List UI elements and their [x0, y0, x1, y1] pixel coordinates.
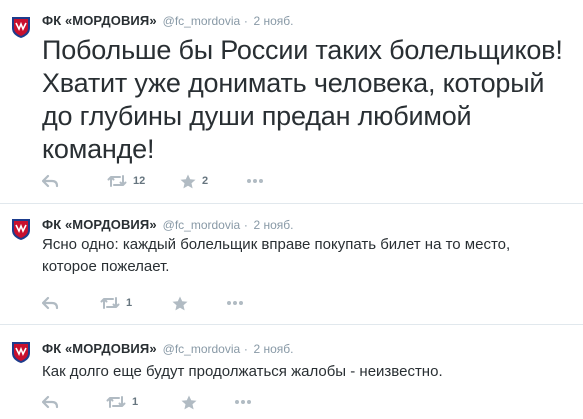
author-name[interactable]: ФК «МОРДОВИЯ»: [42, 13, 157, 28]
separator-dot: ·: [243, 218, 248, 232]
retweet-count: 1: [126, 297, 133, 309]
retweet-icon: [106, 396, 126, 408]
reply-icon: [42, 395, 59, 409]
retweet-button[interactable]: 1: [106, 393, 138, 411]
avatar[interactable]: [9, 217, 33, 241]
tweet: ФК «МОРДОВИЯ» @fc_mordovia · 2 нояб. Побо…: [0, 0, 583, 204]
club-logo-icon: [9, 15, 33, 39]
separator-dot: ·: [243, 14, 248, 28]
favorite-button[interactable]: 2: [180, 172, 208, 190]
tweet: ФК «МОРДОВИЯ» @fc_mordovia · 2 нояб. Ясно…: [0, 204, 583, 325]
reply-button[interactable]: [42, 294, 59, 312]
more-icon: [235, 400, 251, 404]
retweet-icon: [107, 175, 127, 187]
tweet-text: Как долго еще будут продолжаться жалобы …: [42, 363, 443, 380]
retweet-count: 12: [133, 175, 146, 187]
reply-icon: [42, 174, 59, 188]
favorite-button[interactable]: [181, 393, 197, 411]
avatar[interactable]: [9, 340, 33, 364]
retweet-count: 1: [132, 396, 139, 408]
favorite-button[interactable]: [172, 294, 188, 312]
more-icon: [227, 301, 243, 305]
author-name[interactable]: ФК «МОРДОВИЯ»: [42, 341, 157, 356]
tweet-text: Побольше бы России таких болельщиков! Хв…: [42, 35, 563, 164]
favorite-icon: [180, 174, 196, 188]
tweet: ФК «МОРДОВИЯ» @fc_mordovia · 2 нояб. Как …: [0, 325, 583, 419]
separator-dot: ·: [243, 342, 248, 356]
retweet-button[interactable]: 1: [100, 294, 132, 312]
timestamp[interactable]: 2 нояб.: [253, 14, 293, 28]
club-logo-icon: [9, 217, 33, 241]
tweet-text: Ясно одно: каждый болельщик вправе покуп…: [42, 236, 511, 275]
tweet-header: ФК «МОРДОВИЯ» @fc_mordovia · 2 нояб.: [42, 11, 293, 31]
author-handle[interactable]: @fc_mordovia: [163, 342, 241, 356]
more-button[interactable]: [234, 393, 252, 411]
reply-button[interactable]: [42, 172, 59, 190]
more-button[interactable]: [226, 294, 244, 312]
reply-icon: [42, 296, 59, 310]
reply-button[interactable]: [42, 393, 59, 411]
favorite-icon: [172, 296, 188, 310]
timestamp[interactable]: 2 нояб.: [253, 218, 293, 232]
retweet-button[interactable]: 12: [107, 172, 145, 190]
more-icon: [247, 179, 263, 183]
timestamp[interactable]: 2 нояб.: [253, 342, 293, 356]
author-handle[interactable]: @fc_mordovia: [163, 218, 241, 232]
author-handle[interactable]: @fc_mordovia: [163, 14, 241, 28]
club-logo-icon: [9, 340, 33, 364]
author-name[interactable]: ФК «МОРДОВИЯ»: [42, 217, 157, 232]
tweet-header: ФК «МОРДОВИЯ» @fc_mordovia · 2 нояб.: [42, 339, 293, 359]
avatar[interactable]: [9, 15, 33, 39]
tweet-header: ФК «МОРДОВИЯ» @fc_mordovia · 2 нояб.: [42, 215, 293, 235]
favorite-count: 2: [202, 175, 209, 187]
more-button[interactable]: [246, 172, 264, 190]
favorite-icon: [181, 395, 197, 409]
retweet-icon: [100, 297, 120, 309]
